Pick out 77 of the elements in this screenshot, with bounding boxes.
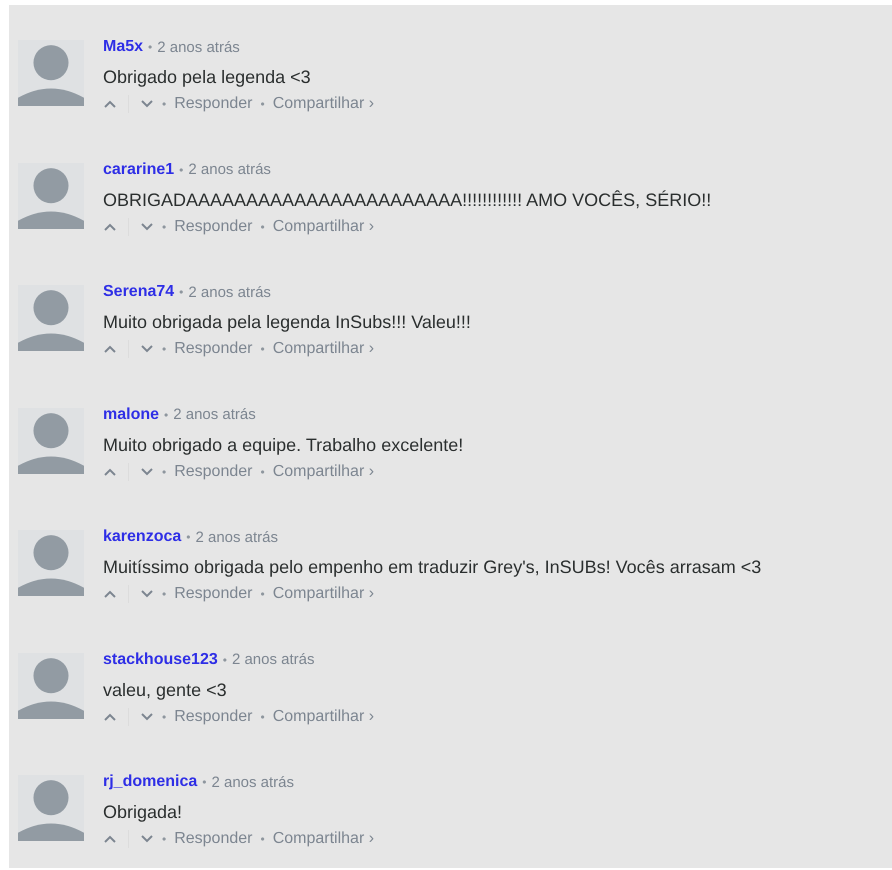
timestamp[interactable]: 2 anos atrás	[157, 38, 240, 56]
avatar-icon	[18, 162, 84, 228]
separator-dot: •	[260, 832, 265, 846]
share-link[interactable]: Compartilhar ›	[272, 95, 374, 113]
timestamp[interactable]: 2 anos atrás	[173, 406, 256, 423]
reply-link[interactable]: Responder	[174, 585, 252, 603]
separator-dot: •	[260, 587, 265, 601]
separator-dot: •	[148, 40, 152, 54]
separator-dot: •	[162, 342, 166, 356]
avatar-icon	[18, 775, 84, 841]
comment-text: Muito obrigado a equipe. Trabalho excelente!	[103, 434, 464, 456]
comment-text: Obrigada!	[103, 802, 184, 823]
comment-text: valeu, gente <3	[103, 680, 228, 700]
reply-link[interactable]: Responder	[174, 462, 252, 480]
separator-dot: •	[162, 220, 166, 234]
downvote-icon[interactable]	[140, 834, 154, 844]
timestamp[interactable]: 2 anos atrás	[188, 284, 271, 300]
share-link[interactable]: Compartilhar ›	[272, 708, 374, 726]
downvote-icon[interactable]	[140, 712, 154, 722]
author-link[interactable]: karenzoca	[103, 528, 182, 546]
author-link[interactable]: Serena74	[103, 283, 174, 301]
timestamp[interactable]: 2 anos atrás	[195, 528, 278, 546]
separator-dot: •	[260, 710, 265, 724]
separator-dot: •	[202, 775, 206, 789]
upvote-icon[interactable]	[103, 589, 117, 599]
downvote-icon[interactable]	[140, 222, 154, 232]
avatar-icon	[18, 530, 84, 596]
separator-dot: •	[162, 464, 166, 478]
separator-dot: •	[162, 587, 166, 601]
author-link[interactable]: Ma5x	[103, 38, 144, 56]
separator-dot: •	[164, 408, 168, 422]
avatar-icon	[18, 652, 84, 718]
share-link[interactable]: Compartilhar ›	[272, 218, 374, 236]
separator-dot: •	[179, 285, 184, 299]
separator-dot: •	[162, 832, 166, 846]
separator-dot: •	[222, 652, 227, 666]
upvote-icon[interactable]	[103, 834, 117, 844]
share-link[interactable]: Compartilhar ›	[272, 340, 374, 358]
downvote-icon[interactable]	[140, 466, 154, 476]
author-link[interactable]: stackhouse123	[103, 650, 218, 668]
comment-text: Obrigado pela legenda <3	[103, 67, 312, 88]
separator-dot: •	[260, 342, 265, 356]
separator-dot: •	[186, 530, 190, 544]
upvote-icon[interactable]	[103, 712, 117, 722]
separator-dot: •	[179, 162, 184, 176]
avatar-icon	[18, 408, 84, 474]
reply-link[interactable]: Responder	[174, 830, 252, 848]
reply-link[interactable]: Responder	[174, 218, 252, 236]
upvote-icon[interactable]	[103, 99, 117, 109]
separator-dot: •	[162, 710, 166, 724]
separator-dot: •	[162, 97, 166, 111]
upvote-icon[interactable]	[103, 222, 117, 232]
reply-link[interactable]: Responder	[174, 340, 252, 358]
downvote-icon[interactable]	[140, 99, 154, 109]
comment-text: Muito obrigada pela legenda InSubs!!! Valeu!!!	[103, 312, 471, 333]
comment-text: OBRIGADAAAAAAAAAAAAAAAAAAAAAAA!!!!!!!!!!!! AMO VOCÊS, SÉRIO!!	[103, 190, 712, 210]
upvote-icon[interactable]	[103, 344, 117, 354]
timestamp[interactable]: 2 anos atrás	[188, 161, 271, 178]
share-link[interactable]: Compartilhar ›	[272, 462, 374, 480]
reply-link[interactable]: Responder	[174, 95, 252, 113]
upvote-icon[interactable]	[103, 466, 117, 476]
reply-link[interactable]: Responder	[174, 708, 252, 726]
comment-text: Muitíssimo obrigada pelo empenho em traduzir Grey's, InSUBs! Vocês arrasam <3	[103, 557, 762, 578]
avatar-icon	[18, 40, 84, 106]
author-link[interactable]: cararine1	[103, 160, 174, 178]
timestamp[interactable]: 2 anos atrás	[232, 651, 314, 668]
avatar-icon	[18, 285, 84, 351]
share-link[interactable]: Compartilhar ›	[272, 830, 374, 848]
share-link[interactable]: Compartilhar ›	[272, 585, 374, 603]
separator-dot: •	[260, 220, 265, 234]
separator-dot: •	[260, 97, 265, 111]
author-link[interactable]: malone	[103, 406, 160, 424]
separator-dot: •	[260, 464, 265, 478]
author-link[interactable]: rj_domenica	[103, 773, 198, 791]
downvote-icon[interactable]	[140, 344, 154, 354]
downvote-icon[interactable]	[140, 589, 154, 599]
timestamp[interactable]: 2 anos atrás	[211, 774, 294, 790]
